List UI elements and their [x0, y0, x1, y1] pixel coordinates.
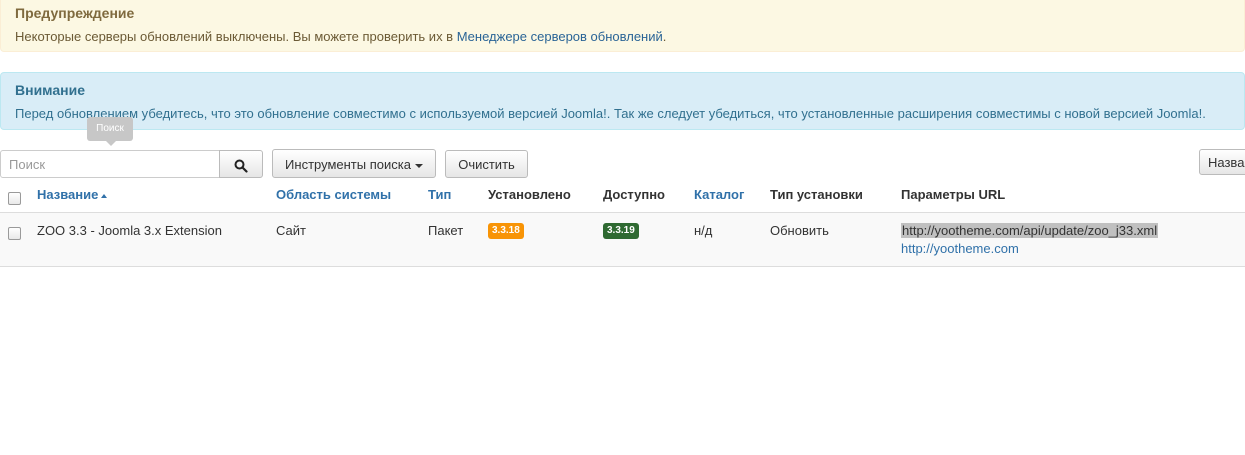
- row-folder: н/д: [694, 223, 713, 238]
- row-info-url-link[interactable]: http://yootheme.com: [901, 241, 1019, 256]
- header-installed: Установлено: [488, 187, 571, 202]
- update-sites-manager-link[interactable]: Менеджере серверов обновлений: [457, 29, 663, 44]
- warning-text: Некоторые серверы обновлений выключены. …: [15, 29, 666, 44]
- header-install-type: Тип установки: [770, 187, 863, 202]
- info-title: Внимание: [15, 82, 85, 98]
- sort-select[interactable]: Назва: [1199, 149, 1245, 175]
- header-available: Доступно: [603, 187, 665, 202]
- row-checkbox[interactable]: [8, 227, 21, 240]
- header-type[interactable]: Тип: [428, 187, 451, 202]
- select-all-checkbox[interactable]: [8, 192, 21, 205]
- header-url: Параметры URL: [901, 187, 1006, 202]
- row-type: Пакет: [428, 223, 464, 238]
- search-input[interactable]: [0, 150, 220, 178]
- info-alert: Внимание Перед обновлением убедитесь, чт…: [0, 72, 1245, 130]
- row-update-url: http://yootheme.com/api/update/zoo_j33.x…: [901, 223, 1159, 238]
- sort-asc-icon: [101, 193, 108, 198]
- row-area: Сайт: [276, 223, 306, 238]
- header-area[interactable]: Область системы: [276, 187, 391, 202]
- search-tools-button[interactable]: Инструменты поиска: [272, 149, 436, 178]
- available-version-badge: 3.3.19: [603, 223, 639, 239]
- row-name: ZOO 3.3 - Joomla 3.x Extension: [37, 223, 222, 238]
- header-name-label: Название: [37, 187, 99, 202]
- search-button[interactable]: [219, 150, 263, 178]
- warning-message: Некоторые серверы обновлений выключены. …: [15, 29, 457, 44]
- installed-version-badge: 3.3.18: [488, 223, 524, 239]
- search-icon: [234, 159, 248, 173]
- header-name[interactable]: Название: [37, 187, 108, 202]
- warning-title: Предупреждение: [15, 5, 135, 21]
- info-text: Перед обновлением убедитесь, что это обн…: [15, 106, 1206, 121]
- row-install-type: Обновить: [770, 223, 829, 238]
- search-tools-label: Инструменты поиска: [285, 157, 411, 172]
- warning-suffix: .: [662, 29, 667, 44]
- caret-down-icon: [414, 163, 423, 168]
- clear-button[interactable]: Очистить: [445, 150, 528, 178]
- table-row: [0, 213, 1245, 267]
- header-folder[interactable]: Каталог: [694, 187, 744, 202]
- warning-alert: Предупреждение Некоторые серверы обновле…: [0, 0, 1245, 52]
- search-tooltip: Поиск: [87, 117, 133, 146]
